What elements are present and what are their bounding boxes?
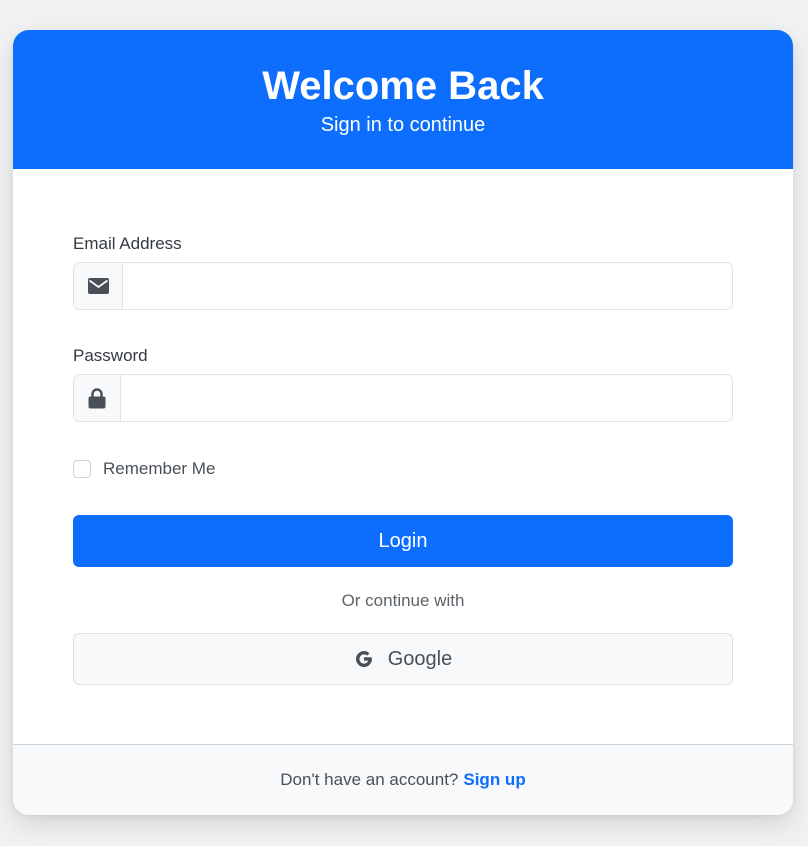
card-header: Welcome Back Sign in to continue: [13, 30, 793, 169]
password-label: Password: [73, 346, 148, 365]
email-field-group: Email Address: [73, 234, 733, 310]
password-input-group: [73, 374, 733, 422]
envelope-icon: [74, 263, 123, 309]
card-footer: Don't have an account? Sign up: [13, 744, 793, 815]
google-icon: [355, 651, 372, 668]
signup-prompt: Don't have an account?: [280, 770, 459, 789]
email-input[interactable]: [123, 263, 732, 309]
password-field-group: Password: [73, 346, 733, 422]
password-input[interactable]: [121, 375, 732, 421]
page-title: Welcome Back: [262, 64, 544, 108]
email-label: Email Address: [73, 234, 182, 253]
email-input-group: [73, 262, 733, 310]
google-button-label: Google: [387, 647, 453, 670]
lock-icon: [74, 375, 121, 421]
remember-me-row: Remember Me: [73, 457, 733, 481]
google-login-button[interactable]: Google: [73, 633, 733, 685]
divider-text: Or continue with: [341, 591, 465, 610]
remember-me-label[interactable]: Remember Me: [103, 459, 215, 479]
login-button[interactable]: Login: [73, 515, 733, 567]
login-card: Welcome Back Sign in to continue Email A…: [13, 30, 793, 815]
signup-link[interactable]: Sign up: [463, 770, 525, 790]
remember-me-checkbox[interactable]: [73, 460, 91, 478]
login-form: Email Address Password Remember Me Login…: [13, 169, 793, 744]
page-subtitle: Sign in to continue: [320, 114, 486, 136]
